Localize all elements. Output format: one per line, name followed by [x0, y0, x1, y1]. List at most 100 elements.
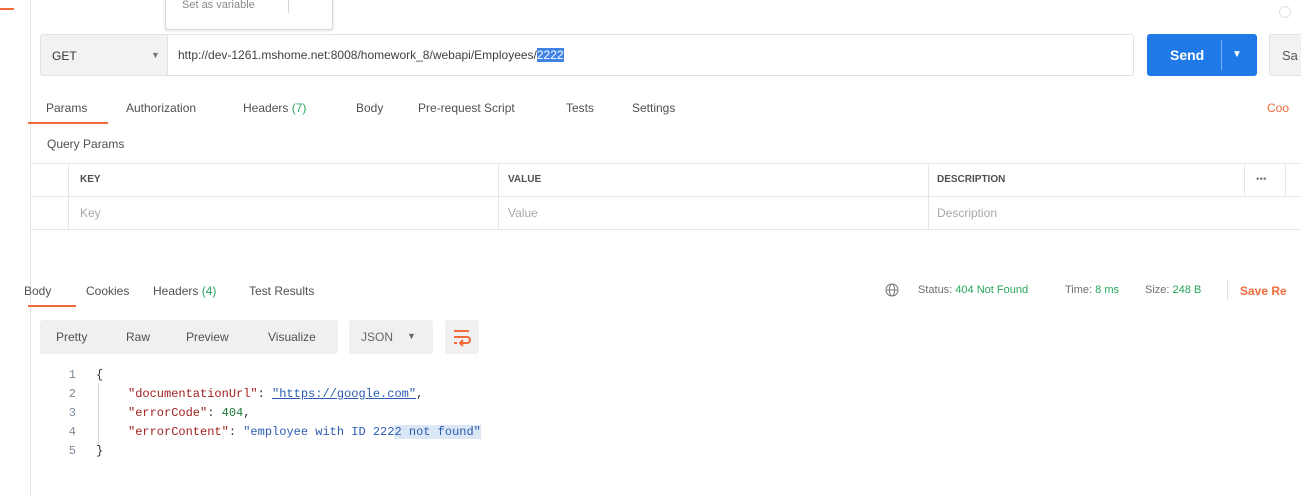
code-line[interactable]: "errorContent": "employee with ID 2222 n…	[128, 425, 481, 439]
visualize-button[interactable]: Visualize	[268, 330, 316, 344]
indent-guide	[98, 383, 99, 445]
tab-pre-request-script[interactable]: Pre-request Script	[418, 101, 515, 115]
active-tab-underline	[28, 122, 108, 124]
status-value[interactable]: 404 Not Found	[955, 284, 1028, 296]
json-string-value: "employee with ID 222	[243, 425, 395, 439]
tab-label: Settings	[632, 101, 676, 115]
response-tab-cookies[interactable]: Cookies	[86, 284, 129, 298]
table-col-divider	[928, 163, 929, 230]
tab-label: Headers	[243, 101, 289, 115]
globe-icon[interactable]	[885, 283, 899, 300]
tab-label: Cookies	[86, 284, 130, 298]
tab-label: Test Results	[249, 284, 315, 298]
size-readout: Size: 248 B	[1145, 284, 1201, 296]
send-button[interactable]: Send ▼	[1147, 34, 1257, 76]
save-response-button[interactable]: Save Re	[1240, 284, 1287, 298]
table-col-divider	[68, 163, 69, 230]
status-readout: Status: 404 Not Found	[918, 284, 1028, 296]
response-tab-body[interactable]: Body	[24, 284, 51, 298]
size-label: Size:	[1145, 284, 1170, 296]
active-response-tab-underline	[28, 305, 76, 307]
chevron-down-icon: ▼	[407, 331, 416, 341]
tab-label: Tests	[566, 101, 595, 115]
send-options-chevron-icon[interactable]: ▼	[1232, 49, 1242, 60]
json-brace: {	[96, 368, 104, 382]
table-col-divider	[1285, 163, 1286, 197]
pretty-button[interactable]: Pretty	[56, 330, 87, 344]
method-select[interactable]: GET ▼	[40, 34, 167, 76]
json-key: "errorContent"	[128, 425, 229, 439]
line-number: 1	[68, 368, 76, 382]
code-line[interactable]: }	[96, 444, 103, 458]
tab-label: Headers	[153, 284, 199, 298]
url-text: http://dev-1261.mshome.net:8008/homework…	[178, 48, 564, 62]
url-selection: 2222	[536, 48, 564, 62]
format-select[interactable]: JSON ▼	[349, 320, 433, 354]
active-indicator	[0, 8, 14, 10]
headers-count: (7)	[291, 101, 307, 115]
url-input[interactable]: http://dev-1261.mshome.net:8008/homework…	[167, 34, 1134, 76]
table-top-border	[30, 163, 1301, 164]
json-link-value[interactable]: "https://google.com"	[272, 387, 416, 401]
code-line[interactable]: "documentationUrl": "https://google.com"…	[128, 387, 423, 401]
line-number: 4	[68, 425, 76, 439]
tab-authorization[interactable]: Authorization	[126, 101, 196, 115]
format-select-value: JSON	[361, 330, 394, 344]
left-panel-border	[30, 0, 31, 497]
save-label: Sa	[1282, 48, 1298, 63]
cookies-link[interactable]: Coo	[1267, 101, 1289, 115]
wrap-lines-button[interactable]	[445, 320, 479, 354]
description-input[interactable]: Description	[937, 206, 997, 220]
tab-label: Body	[356, 101, 384, 115]
more-options-icon[interactable]: •••	[1256, 174, 1267, 185]
save-button[interactable]: Sa	[1269, 34, 1301, 76]
json-number-value: 404	[221, 406, 244, 420]
chevron-down-icon: ▼	[151, 50, 160, 60]
tab-settings[interactable]: Settings	[632, 101, 675, 115]
headers-count: (4)	[201, 284, 217, 298]
json-brace: }	[96, 444, 104, 458]
query-params-title: Query Params	[47, 137, 125, 151]
tab-label: Body	[24, 284, 52, 298]
tab-params[interactable]: Params	[46, 101, 87, 115]
response-tab-test-results[interactable]: Test Results	[249, 284, 314, 298]
raw-button[interactable]: Raw	[126, 330, 150, 344]
value-input[interactable]: Value	[508, 206, 538, 220]
line-number: 5	[68, 444, 76, 458]
status-divider	[1227, 280, 1228, 300]
method-value: GET	[52, 49, 77, 63]
line-number: 2	[68, 387, 76, 401]
send-label: Send	[1170, 47, 1205, 63]
tab-label: Params	[46, 101, 88, 115]
wrap-lines-icon	[454, 330, 471, 347]
response-tab-headers[interactable]: Headers (4)	[153, 284, 216, 298]
json-key: "errorCode"	[128, 406, 208, 420]
time-label: Time:	[1065, 284, 1093, 296]
json-selected-text: 2 not found"	[394, 425, 481, 439]
set-variable-tooltip[interactable]: Set as variable	[165, 0, 333, 30]
tab-headers[interactable]: Headers (7)	[243, 101, 306, 115]
tooltip-divider	[288, 0, 289, 13]
table-col-divider	[498, 163, 499, 230]
tab-body[interactable]: Body	[356, 101, 383, 115]
tab-tests[interactable]: Tests	[566, 101, 594, 115]
preview-button[interactable]: Preview	[186, 330, 229, 344]
format-button-group: Pretty Raw Preview Visualize	[40, 320, 338, 354]
url-prefix: http://dev-1261.mshome.net:8008/homework…	[178, 48, 537, 62]
status-circle-icon	[1279, 6, 1291, 18]
time-value[interactable]: 8 ms	[1095, 284, 1119, 296]
tab-label: Authorization	[126, 101, 197, 115]
key-input[interactable]: Key	[80, 206, 101, 220]
table-bottom-border	[30, 229, 1301, 230]
tab-label: Pre-request Script	[418, 101, 515, 115]
code-line[interactable]: "errorCode": 404,	[128, 406, 250, 420]
table-col-divider	[1244, 163, 1245, 197]
tooltip-text: Set as variable	[182, 0, 255, 11]
size-value[interactable]: 248 B	[1173, 284, 1202, 296]
column-header-description: DESCRIPTION	[937, 174, 1006, 185]
json-key: "documentationUrl"	[128, 387, 258, 401]
code-line[interactable]: {	[96, 368, 103, 382]
status-label: Status:	[918, 284, 953, 296]
column-header-value: VALUE	[508, 174, 542, 185]
table-header-border	[30, 196, 1301, 197]
